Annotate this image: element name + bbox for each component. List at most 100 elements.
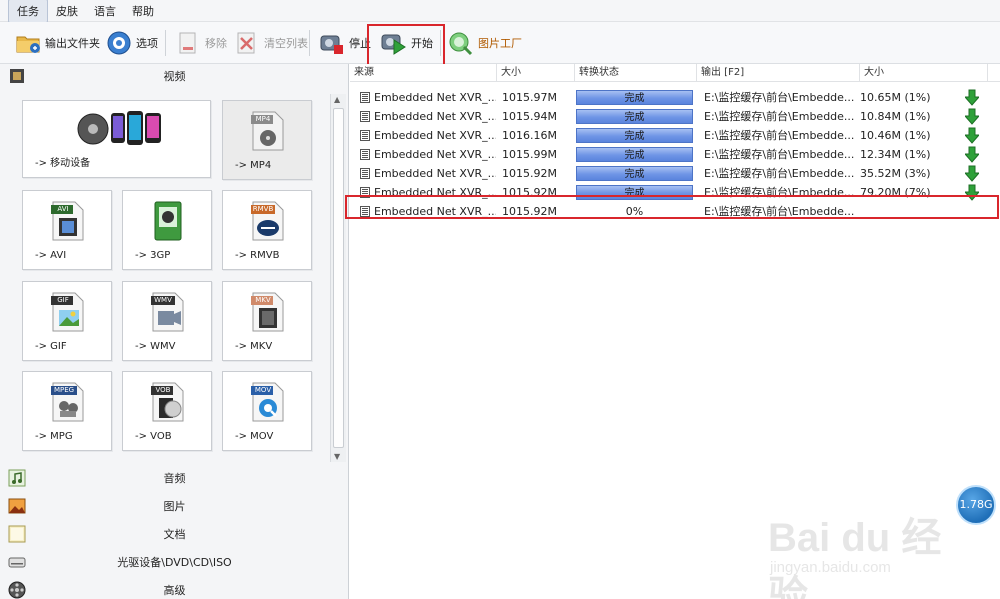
download-arrow-icon[interactable]	[965, 108, 979, 125]
film-icon	[8, 67, 26, 85]
remove-label: 移除	[205, 37, 227, 50]
memory-usage-badge[interactable]: 1.78G	[956, 485, 996, 525]
mobile-devices-icon	[75, 107, 165, 151]
menu-help[interactable]: 帮助	[124, 0, 162, 22]
mpeg-icon: MPEG	[51, 382, 85, 422]
tile-label: -> MKV	[235, 341, 273, 352]
table-row[interactable]: Embedded Net XVR_... 1015.94M 完成 E:\监控缓存\前台…	[350, 107, 1000, 126]
tile-gif[interactable]: GIF -> GIF	[22, 281, 112, 361]
watermark-text: Bai du 经验	[768, 516, 942, 599]
menu-task[interactable]: 任务	[8, 0, 48, 23]
tile-mobile-devices[interactable]: -> 移动设备	[22, 100, 211, 178]
cell-output-path: E:\监控缓存\前台\Embedde...	[704, 110, 855, 123]
cell-size: 1015.99M	[502, 148, 557, 161]
table-row[interactable]: Embedded Net XVR_... 1016.16M 完成 E:\监控缓存\前台…	[350, 126, 1000, 145]
stop-icon	[319, 30, 345, 56]
picture-factory-button[interactable]: 图片工厂	[445, 28, 525, 58]
rmvb-icon: RMVB	[251, 201, 285, 241]
tile-label: -> GIF	[35, 341, 67, 352]
category-advanced-label: 高级	[163, 584, 186, 597]
cell-output-size: 10.65M (1%)	[860, 91, 931, 104]
category-image[interactable]: 图片	[0, 495, 349, 517]
app-window: 任务 皮肤 语言 帮助 输出文件夹 选项 移除 清空列表 停止 开始 图片工厂 …	[0, 0, 1000, 599]
tile-label: -> MPG	[35, 431, 73, 442]
column-header-status[interactable]: 转换状态	[575, 64, 697, 82]
tile-vob[interactable]: VOB -> VOB	[122, 371, 212, 451]
cell-output-size: 10.46M (1%)	[860, 129, 931, 142]
tile-wmv[interactable]: WMV -> WMV	[122, 281, 212, 361]
mov-icon: MOV	[251, 382, 285, 422]
remove-button[interactable]: 移除	[172, 28, 230, 58]
tile-avi[interactable]: AVI -> AVI	[22, 190, 112, 270]
options-button[interactable]: 选项	[103, 28, 161, 58]
format-grid-scrollbar[interactable]: ▲ ▼	[330, 94, 346, 462]
tile-mp4[interactable]: MP4 -> MP4	[222, 100, 312, 180]
column-header-output-size[interactable]: 大小	[860, 64, 988, 82]
document-icon	[8, 525, 26, 543]
download-arrow-icon[interactable]	[965, 89, 979, 106]
menu-skin[interactable]: 皮肤	[48, 0, 86, 22]
cell-output-path: E:\监控缓存\前台\Embedde...	[704, 148, 855, 161]
video-file-icon	[360, 149, 370, 160]
picture-factory-icon	[448, 30, 474, 56]
status-progress-complete: 完成	[576, 109, 693, 124]
cell-source: Embedded Net XVR_...	[374, 129, 496, 142]
toolbar-divider	[309, 30, 310, 56]
category-advanced[interactable]: 高级	[0, 579, 349, 599]
download-arrow-icon[interactable]	[965, 146, 979, 163]
table-row[interactable]: Embedded Net XVR_... 1015.97M 完成 E:\监控缓存\前台…	[350, 88, 1000, 107]
tile-label: -> MOV	[235, 431, 274, 442]
category-audio-label: 音频	[163, 472, 186, 485]
tile-3gp[interactable]: -> 3GP	[122, 190, 212, 270]
category-audio[interactable]: 音频	[0, 467, 349, 489]
cell-output-size: 35.52M (3%)	[860, 167, 931, 180]
baidu-watermark: Bai du 经验 jingyan.baidu.com	[730, 505, 960, 599]
table-header: 来源 大小 转换状态 输出 [F2] 大小	[350, 64, 1000, 82]
download-arrow-icon[interactable]	[965, 165, 979, 182]
pending-row-highlight	[345, 195, 999, 219]
output-folder-button[interactable]: 输出文件夹	[12, 28, 103, 58]
status-progress-complete: 完成	[576, 147, 693, 162]
category-optical-disc-label: 光驱设备\DVD\CD\ISO	[117, 556, 232, 569]
category-image-label: 图片	[163, 500, 186, 513]
clear-list-label: 清空列表	[264, 37, 308, 50]
format-tag: MPEG	[53, 386, 75, 394]
clear-list-icon	[234, 30, 260, 56]
tile-label: -> VOB	[135, 431, 172, 442]
column-header-output[interactable]: 输出 [F2]	[697, 64, 860, 82]
cell-source: Embedded Net XVR_...	[374, 148, 496, 161]
format-tag: VOB	[155, 386, 171, 394]
format-tag: GIF	[57, 296, 69, 304]
menu-language[interactable]: 语言	[86, 0, 124, 22]
cell-output-size: 10.84M (1%)	[860, 110, 931, 123]
column-header-source[interactable]: 来源	[350, 64, 497, 82]
format-tag: RMVB	[252, 205, 274, 213]
column-header-size[interactable]: 大小	[497, 64, 575, 82]
tile-mkv[interactable]: MKV -> MKV	[222, 281, 312, 361]
video-file-icon	[360, 168, 370, 179]
toolbar: 输出文件夹 选项 移除 清空列表 停止 开始 图片工厂	[0, 22, 1000, 64]
stop-button[interactable]: 停止	[316, 28, 374, 58]
scroll-down-icon[interactable]: ▼	[334, 452, 340, 461]
table-row[interactable]: Embedded Net XVR_... 1015.99M 完成 E:\监控缓存\前台…	[350, 145, 1000, 164]
category-document[interactable]: 文档	[0, 523, 349, 545]
cell-source: Embedded Net XVR_...	[374, 167, 496, 180]
scroll-up-icon[interactable]: ▲	[334, 95, 340, 104]
cell-source: Embedded Net XVR_...	[374, 110, 496, 123]
tile-mpg[interactable]: MPEG -> MPG	[22, 371, 112, 451]
category-optical-disc[interactable]: 光驱设备\DVD\CD\ISO	[0, 551, 349, 573]
vob-icon: VOB	[151, 382, 185, 422]
table-row[interactable]: Embedded Net XVR_... 1015.92M 完成 E:\监控缓存\前台…	[350, 164, 1000, 183]
tile-mov[interactable]: MOV -> MOV	[222, 371, 312, 451]
status-progress-complete: 完成	[576, 128, 693, 143]
category-video[interactable]: 视频	[0, 65, 349, 87]
video-file-icon	[360, 111, 370, 122]
cell-size: 1015.92M	[502, 167, 557, 180]
scroll-thumb[interactable]	[333, 108, 344, 448]
cell-output-path: E:\监控缓存\前台\Embedde...	[704, 91, 855, 104]
download-arrow-icon[interactable]	[965, 127, 979, 144]
format-tag: MP4	[255, 115, 271, 123]
video-format-grid: -> 移动设备 MP4 -> MP4 AVI -> AVI -> 3GP RMV…	[8, 94, 330, 462]
tile-rmvb[interactable]: RMVB -> RMVB	[222, 190, 312, 270]
clear-list-button[interactable]: 清空列表	[231, 28, 311, 58]
